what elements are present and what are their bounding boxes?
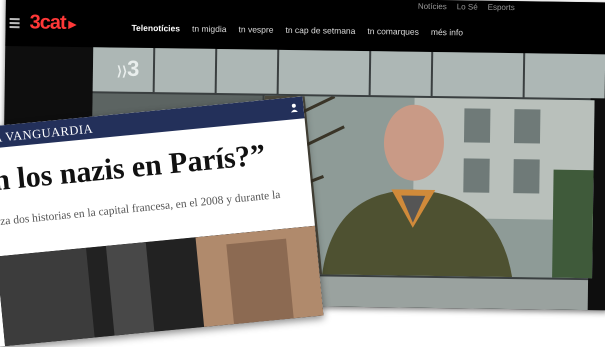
channel-watermark: ⟩⟩3 — [116, 55, 140, 81]
top-link[interactable]: Esports — [488, 3, 515, 12]
article-headline: n los nazis en París?” — [0, 138, 267, 198]
nav-item-mes-info[interactable]: més info — [431, 27, 463, 37]
article-photo — [0, 225, 324, 347]
top-right-links: Notícies Lo Sé Esports — [418, 2, 515, 12]
nav-item-tn-migdia[interactable]: tn migdia — [192, 24, 227, 34]
user-icon[interactable] — [290, 103, 298, 113]
site-logo[interactable]: 3cat► — [29, 11, 78, 35]
top-link[interactable]: Lo Sé — [457, 2, 478, 11]
nav-item-tn-comarques[interactable]: tn comarques — [367, 26, 419, 37]
article-subtitle: iza dos historias en la capital francesa… — [0, 188, 281, 229]
main-nav: Telenotícies tn migdia tn vespre tn cap … — [131, 23, 463, 38]
nav-item-tn-cap-de-setmana[interactable]: tn cap de setmana — [285, 25, 355, 36]
background-tiles — [92, 47, 605, 99]
top-link[interactable]: Notícies — [418, 2, 447, 11]
nav-item-tn-vespre[interactable]: tn vespre — [238, 24, 273, 34]
menu-icon[interactable] — [9, 18, 20, 30]
newspaper-article-screenshot: A VANGUARDIA n los nazis en París?” iza … — [0, 96, 324, 347]
newspaper-brand[interactable]: A VANGUARDIA — [0, 122, 94, 147]
nav-item-telenoticies[interactable]: Telenotícies — [131, 23, 180, 34]
